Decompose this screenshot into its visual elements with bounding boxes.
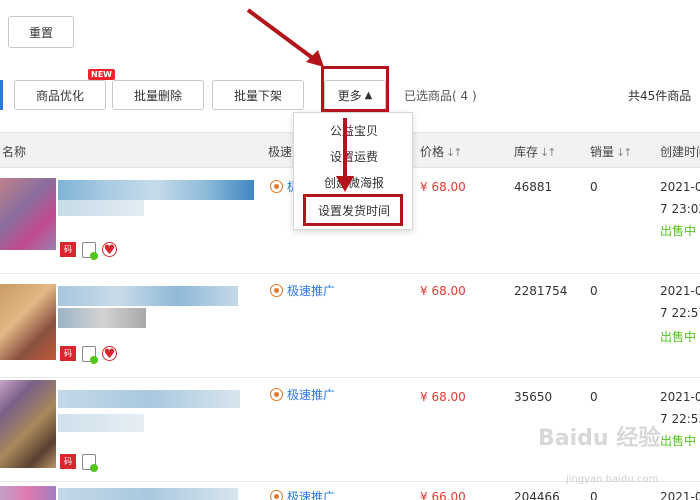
arrow-line-1: [246, 8, 320, 64]
arrow-head-2: [336, 176, 354, 192]
product-list-page: 重置 商品优化 NEW 批量删除 批量下架 更多 ▲ 已选商品( 4 ) 共45…: [0, 0, 700, 500]
arrow-head-1: [306, 50, 324, 67]
watermark: Baidu 经验: [538, 426, 661, 451]
watermark-url: jingyan.baidu.com: [566, 474, 659, 485]
